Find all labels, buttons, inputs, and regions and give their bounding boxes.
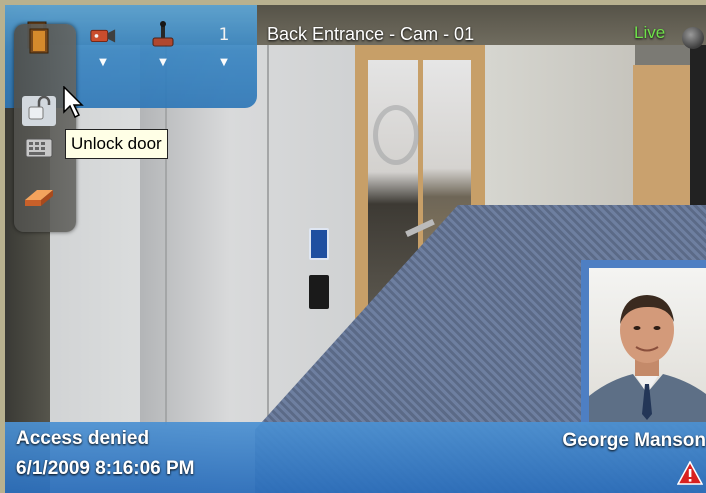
event-timestamp: 6/1/2009 8:16:06 PM	[16, 458, 195, 479]
door-logo	[373, 105, 419, 165]
preset-dropdown-button[interactable]: 1 ▼	[204, 21, 244, 83]
door-menu-button[interactable]	[22, 28, 56, 58]
ptz-dropdown-button[interactable]: ▼	[143, 21, 183, 83]
unlock-door-button[interactable]	[22, 95, 56, 126]
access-status: Access denied	[16, 428, 150, 449]
joystick-icon	[149, 21, 177, 49]
live-indicator-icon	[682, 27, 704, 49]
padlock-unlock-icon	[27, 95, 51, 126]
camera-icon	[89, 21, 117, 49]
cardholder-name: George Manson	[562, 430, 706, 451]
chevron-down-icon: ▼	[99, 57, 107, 68]
cardholder-photo	[581, 260, 706, 425]
preset-number: 1	[218, 25, 230, 45]
warning-icon[interactable]	[676, 460, 704, 489]
panel-seam	[267, 5, 269, 425]
eraser-icon	[23, 186, 55, 212]
door-icon	[28, 28, 50, 58]
camera-title: Back Entrance - Cam - 01	[267, 24, 475, 44]
mouse-cursor-icon	[63, 85, 85, 122]
door-action-menu	[14, 24, 76, 232]
camera-dropdown-button[interactable]: ▼	[83, 21, 123, 83]
keypad-icon	[25, 135, 53, 163]
tooltip: Unlock door	[65, 129, 168, 159]
person-portrait	[589, 268, 706, 425]
live-label: Live	[634, 23, 666, 42]
card-reader	[309, 228, 329, 260]
chevron-down-icon: ▼	[159, 57, 167, 68]
keypad-reader	[309, 275, 329, 309]
clear-button[interactable]	[22, 184, 56, 214]
chevron-down-icon: ▼	[220, 57, 228, 68]
keypad-button[interactable]	[22, 134, 56, 164]
